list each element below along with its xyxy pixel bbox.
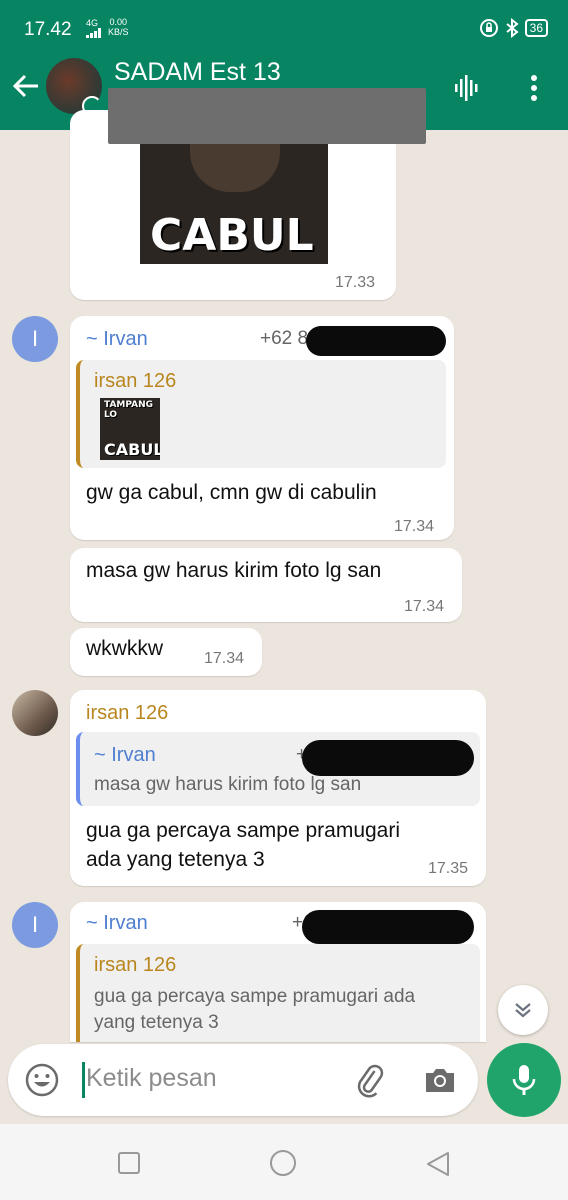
quoted-message[interactable]: irsan 126 TAMPANG LO CABUL: [76, 360, 446, 468]
double-chevron-down-icon: [515, 1003, 531, 1018]
avatar-irvan[interactable]: I: [12, 316, 58, 362]
sender-phone: +62 8: [260, 328, 309, 349]
scroll-to-bottom-button[interactable]: [498, 985, 548, 1035]
back-nav-icon[interactable]: [424, 1150, 452, 1178]
mic-icon: [512, 1065, 536, 1095]
network-indicator: 4G: [86, 18, 102, 40]
home-icon[interactable]: [268, 1148, 298, 1178]
message-time: 17.33: [335, 274, 376, 291]
chat-title[interactable]: SADAM Est 13: [114, 58, 281, 87]
quote-sender: irsan 126: [94, 370, 177, 392]
battery-indicator: 36: [524, 19, 548, 37]
camera-icon[interactable]: [422, 1062, 458, 1098]
reply-message[interactable]: irsan 126 ~ Irvan +62 masa gw harus kiri…: [70, 690, 486, 886]
message-composer[interactable]: Ketik pesan: [8, 1044, 478, 1116]
thumb-top-text: TAMPANG LO: [104, 400, 154, 420]
sender-name[interactable]: irsan 126: [86, 702, 168, 725]
meme-image[interactable]: CABUL: [140, 132, 328, 264]
system-nav-bar: [0, 1124, 568, 1200]
quote-text-line1: gua ga percaya sampe pramugari ada: [94, 986, 416, 1007]
bluetooth-icon: [506, 18, 519, 38]
message-time: 17.35: [428, 860, 469, 877]
arrow-left-icon[interactable]: [10, 70, 42, 102]
message-time: 17.34: [404, 598, 445, 615]
quote-thumbnail: TAMPANG LO CABUL: [100, 398, 160, 460]
text-message[interactable]: masa gw harus kirim foto lg san 17.34: [70, 548, 462, 622]
paperclip-icon[interactable]: [352, 1062, 388, 1098]
thumb-caption: CABUL: [104, 440, 160, 459]
emoji-icon[interactable]: [24, 1062, 60, 1098]
message-text: wkwkkw: [86, 637, 163, 660]
signal-icon: [86, 28, 101, 38]
status-icons: 36: [479, 18, 548, 38]
redaction-scribble: [302, 910, 474, 944]
text-cursor: [82, 1062, 85, 1098]
network-type: 4G: [86, 18, 99, 28]
more-vertical-icon[interactable]: [519, 73, 549, 103]
mic-button[interactable]: [487, 1043, 561, 1117]
sender-name[interactable]: ~ Irvan: [86, 328, 148, 351]
reply-message[interactable]: ~ Irvan +62 8 irsan 126 gua ga percaya s…: [70, 902, 486, 1042]
group-avatar[interactable]: [46, 58, 102, 114]
status-bar: 17.42 4G 0.00 KB/S 36: [0, 0, 568, 58]
message-time: 17.34: [204, 650, 245, 667]
quote-sender: irsan 126: [94, 954, 177, 976]
redaction-box: [108, 88, 426, 144]
message-text-line1: gua ga percaya sampe pramugari: [86, 819, 401, 842]
quote-text-line2: yang tetenya 3: [94, 1012, 219, 1033]
speed-value: 0.00: [109, 17, 128, 27]
message-text: gw ga cabul, cmn gw di cabulin: [86, 481, 377, 504]
audio-wave-icon[interactable]: [452, 73, 482, 103]
avatar-irsan[interactable]: [12, 690, 58, 736]
avatar-irvan[interactable]: I: [12, 902, 58, 948]
network-speed: 0.00 KB/S: [108, 17, 129, 37]
lock-rotation-icon: [479, 19, 498, 37]
reply-message[interactable]: ~ Irvan +62 8 irsan 126 TAMPANG LO CABUL…: [70, 316, 454, 540]
meme-caption: CABUL: [150, 210, 314, 261]
message-input[interactable]: Ketik pesan: [86, 1064, 217, 1093]
message-time: 17.34: [394, 518, 435, 535]
quoted-message[interactable]: irsan 126 gua ga percaya sampe pramugari…: [76, 944, 480, 1042]
sender-name[interactable]: ~ Irvan: [86, 912, 148, 935]
recent-apps-icon[interactable]: [116, 1150, 142, 1176]
status-time: 17.42: [24, 19, 72, 40]
message-text: masa gw harus kirim foto lg san: [86, 559, 382, 582]
redaction-scribble: [306, 326, 446, 356]
speed-unit: KB/S: [108, 27, 129, 37]
quote-sender: ~ Irvan: [94, 744, 156, 766]
message-text-line2: ada yang tetenya 3: [86, 848, 265, 871]
redaction-scribble: [302, 740, 474, 776]
text-message[interactable]: wkwkkw 17.34: [70, 628, 262, 676]
